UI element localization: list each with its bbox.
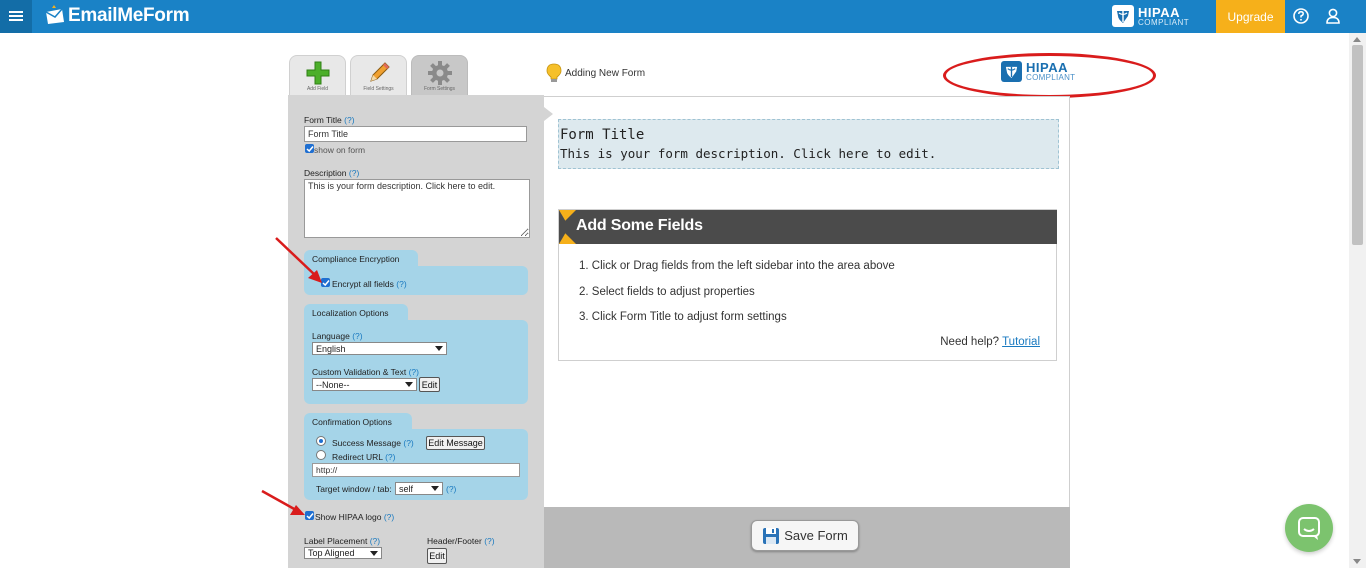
help-link[interactable]: (?): [403, 438, 413, 448]
show-hipaa-logo-label: Show HIPAA logo (?): [315, 512, 395, 522]
tab-label: Field Settings: [363, 86, 394, 92]
gear-icon: [427, 61, 452, 85]
redirect-url-input[interactable]: [312, 463, 520, 477]
tutorial-link[interactable]: Tutorial: [1002, 336, 1040, 348]
page-scrollbar[interactable]: [1349, 33, 1366, 568]
language-select[interactable]: English: [312, 342, 447, 355]
form-title-block[interactable]: Form Title This is your form description…: [558, 119, 1059, 169]
help-circle-icon[interactable]: [1292, 7, 1310, 25]
header-footer-label: Header/Footer (?): [427, 536, 495, 546]
hipaa-compliant-badge: HIPAA COMPLIANT: [1112, 4, 1189, 28]
redirect-url-label: Redirect URL (?): [332, 452, 396, 462]
edit-message-button[interactable]: Edit Message: [426, 436, 485, 450]
help-link[interactable]: (?): [446, 484, 456, 494]
tip-banner: Adding New Form: [545, 63, 645, 83]
scroll-up-icon[interactable]: [1353, 37, 1361, 42]
help-link[interactable]: (?): [384, 512, 394, 522]
custom-validation-edit-button[interactable]: Edit: [419, 377, 440, 392]
add-fields-heading: Add Some Fields: [576, 217, 703, 234]
custom-validation-value: --None--: [316, 379, 350, 390]
tab-field-settings[interactable]: Field Settings: [350, 55, 407, 95]
help-link[interactable]: (?): [352, 331, 362, 341]
chat-icon: [1298, 517, 1320, 540]
annotation-arrow-encrypt: [275, 237, 322, 283]
show-on-form-label: show on form: [314, 145, 366, 155]
chat-launcher-button[interactable]: [1285, 504, 1333, 552]
annotation-arrow-hipaa-logo: [261, 489, 305, 515]
plus-icon: [306, 61, 329, 85]
hipaa-word: HIPAA: [1138, 4, 1180, 20]
annotation-ellipse: [943, 53, 1156, 98]
add-fields-header: Add Some Fields: [559, 210, 1057, 244]
sidebar-pointer: [544, 107, 553, 121]
redirect-url-radio[interactable]: [316, 450, 326, 460]
add-fields-panel: Add Some Fields 1. Click or Drag fields …: [558, 209, 1057, 361]
help-link[interactable]: (?): [396, 279, 406, 289]
show-on-form-checkbox[interactable]: [305, 144, 314, 153]
chevron-down-icon: [370, 550, 378, 556]
instruction-step: 2. Select fields to adjust properties: [579, 286, 755, 298]
top-bar: EmailMeForm HIPAA COMPLIANT Upgrade: [0, 0, 1366, 33]
app-name: EmailMeForm: [68, 5, 190, 26]
chevron-down-icon: [431, 486, 439, 491]
form-title-text: Form Title: [560, 127, 645, 143]
user-account-icon[interactable]: [1324, 7, 1342, 25]
tab-form-settings[interactable]: Form Settings: [411, 55, 468, 95]
scroll-down-icon[interactable]: [1353, 559, 1361, 564]
target-window-label: Target window / tab:: [316, 484, 392, 494]
lightbulb-icon: [546, 63, 562, 82]
help-link[interactable]: (?): [344, 115, 354, 125]
envelope-logo-icon: [44, 5, 66, 27]
upgrade-button[interactable]: Upgrade: [1216, 0, 1285, 33]
save-form-button[interactable]: Save Form: [751, 520, 859, 551]
form-description-text: This is your form description. Click her…: [560, 146, 937, 161]
form-title-label: Form Title (?): [304, 115, 355, 125]
success-message-label: Success Message (?): [332, 438, 414, 448]
help-link[interactable]: (?): [484, 536, 494, 546]
language-select-value: English: [316, 343, 346, 354]
tab-label: Add Field: [306, 86, 329, 92]
header-footer-edit-button[interactable]: Edit: [427, 548, 447, 564]
hamburger-menu-icon[interactable]: [0, 0, 32, 33]
compliant-word: COMPLIANT: [1138, 17, 1190, 27]
label-placement-label: Label Placement (?): [304, 536, 381, 546]
help-link[interactable]: (?): [370, 536, 380, 546]
ribbon-notch: [559, 210, 569, 244]
tab-add-field[interactable]: Add Field: [289, 55, 346, 95]
help-link[interactable]: (?): [409, 367, 419, 377]
save-form-label: Save Form: [784, 528, 848, 543]
tab-label: Form Settings: [423, 86, 456, 92]
app-logo[interactable]: EmailMeForm: [44, 4, 190, 28]
encrypt-all-fields-label: Encrypt all fields (?): [332, 279, 407, 289]
form-title-input[interactable]: [304, 126, 527, 142]
floppy-disk-icon: [763, 527, 780, 544]
custom-validation-label: Custom Validation & Text (?): [312, 367, 419, 377]
target-window-select[interactable]: self: [395, 482, 443, 495]
instruction-step: 1. Click or Drag fields from the left si…: [579, 260, 895, 272]
description-label: Description (?): [304, 168, 360, 178]
hipaa-shield-icon: [1112, 5, 1134, 27]
target-window-value: self: [399, 483, 414, 494]
tip-text: Adding New Form: [565, 67, 646, 79]
pencil-icon: [369, 62, 390, 82]
chevron-down-icon: [405, 382, 413, 387]
chevron-down-icon: [435, 346, 443, 351]
need-help-text: Need help? Tutorial: [940, 336, 1040, 348]
label-placement-value: Top Aligned: [308, 548, 355, 558]
scroll-thumb[interactable]: [1352, 45, 1363, 245]
help-link[interactable]: (?): [349, 168, 359, 178]
help-link[interactable]: (?): [385, 452, 395, 462]
custom-validation-select[interactable]: --None--: [312, 378, 417, 391]
instruction-step: 3. Click Form Title to adjust form setti…: [579, 311, 787, 323]
description-textarea[interactable]: This is your form description. Click her…: [304, 179, 530, 238]
label-placement-select[interactable]: Top Aligned: [304, 547, 382, 559]
language-label: Language (?): [312, 331, 363, 341]
success-message-radio[interactable]: [316, 436, 326, 446]
